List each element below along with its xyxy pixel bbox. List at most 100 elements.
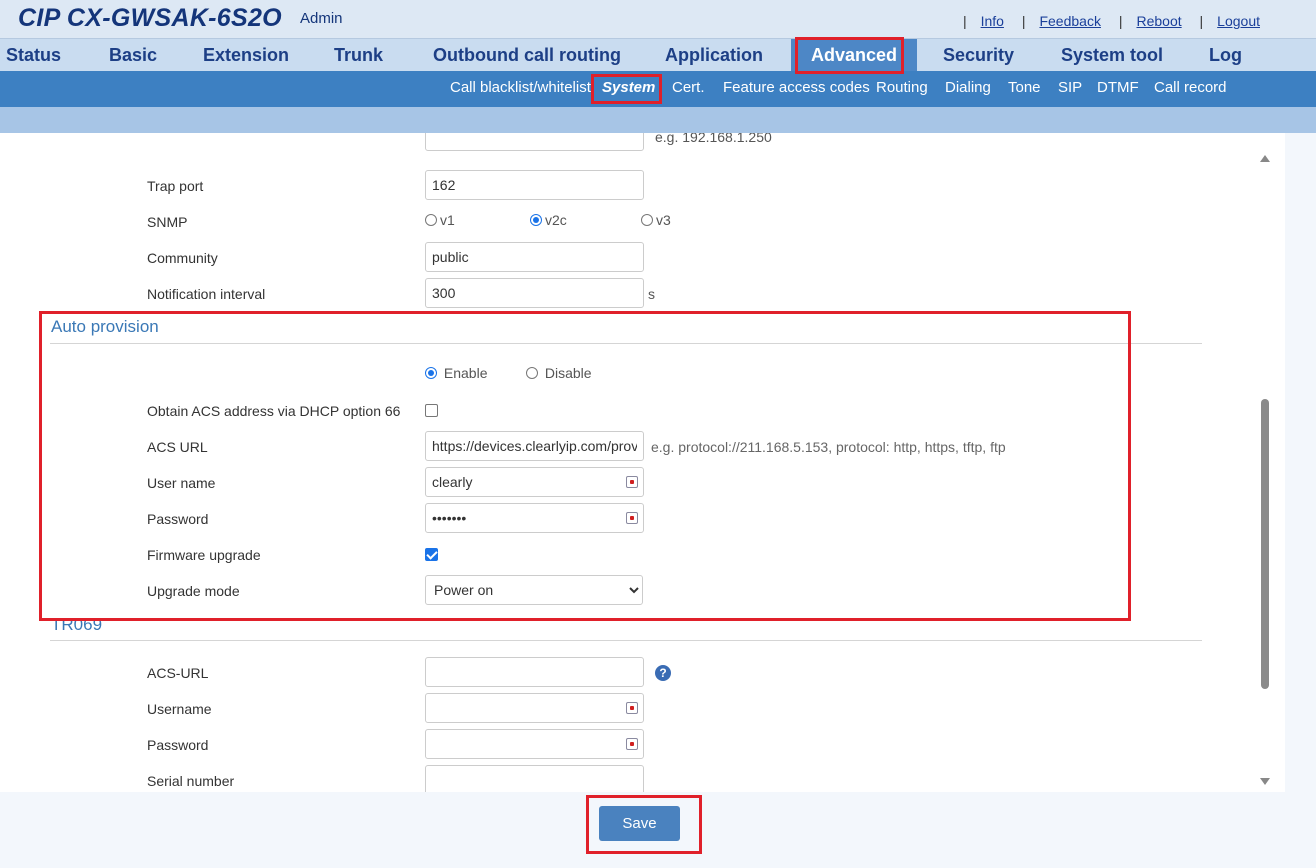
community-row: Community: [0, 242, 1260, 274]
key-icon[interactable]: [626, 476, 638, 488]
key-icon[interactable]: [626, 702, 638, 714]
notification-interval-label: Notification interval: [147, 286, 266, 302]
subnav-sip[interactable]: SIP: [1058, 71, 1082, 107]
feedback-link[interactable]: Feedback: [1039, 13, 1100, 29]
help-icon[interactable]: ?: [655, 665, 671, 681]
save-button[interactable]: Save: [599, 806, 680, 841]
user-label: Admin: [300, 10, 343, 27]
scroll-thumb[interactable]: [1261, 399, 1269, 689]
tr069-username-input[interactable]: [425, 693, 644, 723]
community-input[interactable]: [425, 242, 644, 272]
nav-security[interactable]: Security: [943, 39, 1014, 72]
enable-radio[interactable]: Enable: [425, 365, 487, 381]
notification-interval-input[interactable]: [425, 278, 644, 308]
v2c-radio-dot[interactable]: [530, 214, 542, 226]
v2c-label: v2c: [545, 212, 567, 228]
acs-url-row: ACS URL e.g. protocol://211.168.5.153, p…: [0, 431, 1260, 463]
tr069-username-row: Username: [0, 693, 1260, 725]
tr069-username-label: Username: [147, 701, 212, 717]
key-icon[interactable]: [626, 512, 638, 524]
content-panel: e.g. 192.168.1.250 Trap port SNMP v1 v2c…: [0, 133, 1316, 868]
password-row: Password •••••••: [0, 503, 1260, 535]
trap-port-label: Trap port: [147, 178, 204, 194]
acs-url-input[interactable]: [425, 431, 644, 461]
nav-system-tool[interactable]: System tool: [1061, 39, 1163, 72]
scroll-up-icon[interactable]: [1260, 155, 1270, 162]
scroll-down-icon[interactable]: [1260, 778, 1270, 785]
password-input[interactable]: •••••••: [425, 503, 644, 533]
firmware-upgrade-label: Firmware upgrade: [147, 547, 261, 563]
subnav-tone[interactable]: Tone: [1008, 71, 1041, 107]
header-band: [0, 107, 1316, 133]
subnav-dtmf[interactable]: DTMF: [1097, 71, 1139, 107]
enable-label: Enable: [443, 365, 488, 381]
nav-advanced[interactable]: Advanced: [791, 39, 918, 72]
tr069-password-row: Password: [0, 729, 1260, 761]
v1-label: v1: [440, 212, 455, 228]
tr069-serial-row: Serial number: [0, 765, 1260, 792]
username-input[interactable]: clearly: [425, 467, 644, 497]
snmp-label: SNMP: [147, 214, 188, 230]
dhcp-option-checkbox[interactable]: [425, 404, 438, 417]
brand-title: CIP CX-GWSAK-6S2O: [18, 4, 282, 32]
serial-number-input[interactable]: [425, 765, 644, 792]
snmp-v3-radio[interactable]: v3: [641, 212, 671, 228]
acs-url-hint: e.g. protocol://211.168.5.153, protocol:…: [651, 439, 1006, 455]
top-header: CIP CX-GWSAK-6S2O Admin | Info | Feedback …: [0, 0, 1316, 38]
content-scrollbar[interactable]: [1258, 151, 1272, 791]
community-label: Community: [147, 250, 218, 266]
snmp-v2c-radio[interactable]: v2c: [530, 212, 567, 228]
auto-provision-divider: [50, 343, 1202, 344]
nav-basic[interactable]: Basic: [109, 39, 157, 72]
nav-status[interactable]: Status: [6, 39, 61, 72]
snmp-v1-radio[interactable]: v1: [425, 212, 455, 228]
notification-row: Notification interval s: [0, 278, 1260, 310]
seconds-unit: s: [648, 286, 655, 302]
serial-number-label: Serial number: [147, 773, 235, 789]
username-label: User name: [147, 475, 216, 491]
tr069-password-label: Password: [147, 737, 209, 753]
nav-extension[interactable]: Extension: [203, 39, 289, 72]
nav-outbound-call-routing[interactable]: Outbound call routing: [433, 39, 621, 72]
disable-radio-dot[interactable]: [526, 367, 538, 379]
nav-trunk[interactable]: Trunk: [334, 39, 383, 72]
header-links: | Info | Feedback | Reboot | Logout: [962, 13, 1260, 29]
server-field[interactable]: [425, 133, 644, 151]
disable-label: Disable: [544, 365, 592, 381]
v3-radio-dot[interactable]: [641, 214, 653, 226]
disable-radio[interactable]: Disable: [526, 365, 592, 381]
trap-port-input[interactable]: [425, 170, 644, 200]
server-row: e.g. 192.168.1.250: [0, 133, 1260, 153]
username-row: User name clearly: [0, 467, 1260, 499]
key-icon[interactable]: [626, 738, 638, 750]
trap-port-row: Trap port: [0, 170, 1260, 202]
reboot-link[interactable]: Reboot: [1136, 13, 1181, 29]
upgrade-mode-select[interactable]: Power on: [425, 575, 643, 605]
subnav-system[interactable]: System: [602, 71, 655, 107]
info-link[interactable]: Info: [981, 13, 1004, 29]
subnav-dialing[interactable]: Dialing: [945, 71, 991, 107]
dhcp-option-label: Obtain ACS address via DHCP option 66: [147, 403, 401, 419]
nav-log[interactable]: Log: [1209, 39, 1242, 72]
settings-card: e.g. 192.168.1.250 Trap port SNMP v1 v2c…: [0, 133, 1285, 792]
tr069-divider: [50, 640, 1202, 641]
tr069-password-input[interactable]: [425, 729, 644, 759]
password-label: Password: [147, 511, 209, 527]
snmp-version-row: SNMP v1 v2c v3: [0, 206, 1260, 238]
logout-link[interactable]: Logout: [1217, 13, 1260, 29]
username-value: clearly: [432, 474, 473, 490]
auto-provision-title: Auto provision: [51, 317, 159, 336]
nav-application[interactable]: Application: [665, 39, 763, 72]
tr069-title: TR069: [51, 615, 103, 634]
tr069-acs-url-label: ACS-URL: [147, 665, 209, 681]
v1-radio-dot[interactable]: [425, 214, 437, 226]
subnav-call-record[interactable]: Call record: [1154, 71, 1227, 107]
subnav-feature-access-codes[interactable]: Feature access codes: [723, 71, 870, 107]
subnav-call-blacklist[interactable]: Call blacklist/whitelist: [450, 71, 591, 107]
tr069-acs-url-input[interactable]: [425, 657, 644, 687]
subnav-cert[interactable]: Cert.: [672, 71, 705, 107]
subnav-routing[interactable]: Routing: [876, 71, 928, 107]
firmware-upgrade-checkbox[interactable]: [425, 548, 438, 561]
enable-radio-dot[interactable]: [425, 367, 437, 379]
upgrade-mode-row: Upgrade mode Power on: [0, 575, 1260, 607]
